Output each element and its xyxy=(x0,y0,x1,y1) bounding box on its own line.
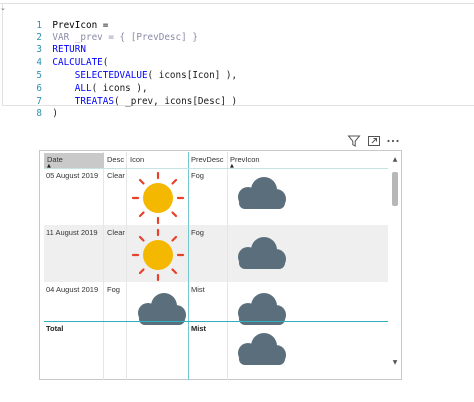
cloud-icon xyxy=(238,333,286,365)
table-header: Date ▲ Desc Icon PrevDesc PrevIcon ▲ xyxy=(44,153,388,169)
code-line-8[interactable]: 8) xyxy=(14,94,58,119)
code-text: _prev = { [PrevDesc] } xyxy=(69,32,198,43)
column-divider xyxy=(126,152,127,380)
scroll-thumb[interactable] xyxy=(392,172,398,206)
column-header-previcon[interactable]: PrevIcon ▲ xyxy=(227,153,287,169)
visual-header xyxy=(344,134,404,150)
total-label: Total xyxy=(46,324,64,333)
code-text: ( icons[Icon] ), xyxy=(147,70,238,81)
cloud-icon xyxy=(238,237,286,269)
cell-desc: Clear xyxy=(107,228,125,237)
line-number: 8 xyxy=(36,108,42,119)
scroll-up-icon[interactable]: ▲ xyxy=(390,155,400,165)
dax-formula-editor[interactable]: ⌄ 1 PrevIcon = 2 VAR _prev = { [PrevDesc] … xyxy=(0,0,474,119)
cell-date: 05 August 2019 xyxy=(46,171,99,180)
cell-prevdesc: Fog xyxy=(191,171,204,180)
editor-left-border xyxy=(2,3,3,105)
code-keyword: TREATAS xyxy=(74,96,114,107)
cell-date: 04 August 2019 xyxy=(46,285,99,294)
column-header-label: PrevIcon xyxy=(230,155,260,164)
cell-date: 11 August 2019 xyxy=(46,228,98,237)
code-line-4[interactable]: 4 CALCULATE( xyxy=(14,43,108,68)
code-text: ( _prev, icons[Desc] ) xyxy=(113,96,238,107)
sun-icon xyxy=(131,171,185,225)
editor-top-border xyxy=(0,3,474,4)
sun-icon xyxy=(131,228,185,282)
header-rule xyxy=(44,168,388,169)
cloud-icon xyxy=(238,177,286,209)
collapse-chevron-icon[interactable]: ⌄ xyxy=(0,3,10,13)
code-text: ) xyxy=(52,108,58,119)
code-line-5[interactable]: 5 SELECTEDVALUE( icons[Icon] ), xyxy=(14,56,237,81)
column-header-desc[interactable]: Desc xyxy=(104,153,127,169)
column-header-date[interactable]: Date ▲ xyxy=(44,153,104,169)
cell-prevdesc: Mist xyxy=(191,285,205,294)
vertical-scrollbar[interactable]: ▲ ▼ xyxy=(390,153,400,377)
cell-desc: Clear xyxy=(107,171,125,180)
cell-prevdesc: Fog xyxy=(191,228,204,237)
more-options-icon[interactable] xyxy=(386,134,400,148)
total-rule xyxy=(44,321,388,322)
table-visual[interactable]: Date ▲ Desc Icon PrevDesc PrevIcon ▲ 05 … xyxy=(39,150,402,380)
filter-icon[interactable] xyxy=(347,134,361,148)
column-divider xyxy=(103,152,104,380)
code-line-3[interactable]: 3 RETURN xyxy=(14,30,86,55)
scroll-down-icon[interactable]: ▼ xyxy=(390,358,400,368)
column-divider xyxy=(188,152,189,380)
cell-desc: Fog xyxy=(107,285,120,294)
column-header-icon[interactable]: Icon xyxy=(127,153,187,169)
column-header-prevdesc[interactable]: PrevDesc xyxy=(188,153,227,169)
focus-mode-icon[interactable] xyxy=(367,134,381,148)
code-line-6[interactable]: 6 ALL( icons ), xyxy=(14,69,147,94)
total-prevdesc: Mist xyxy=(191,324,206,333)
column-divider xyxy=(227,152,228,380)
